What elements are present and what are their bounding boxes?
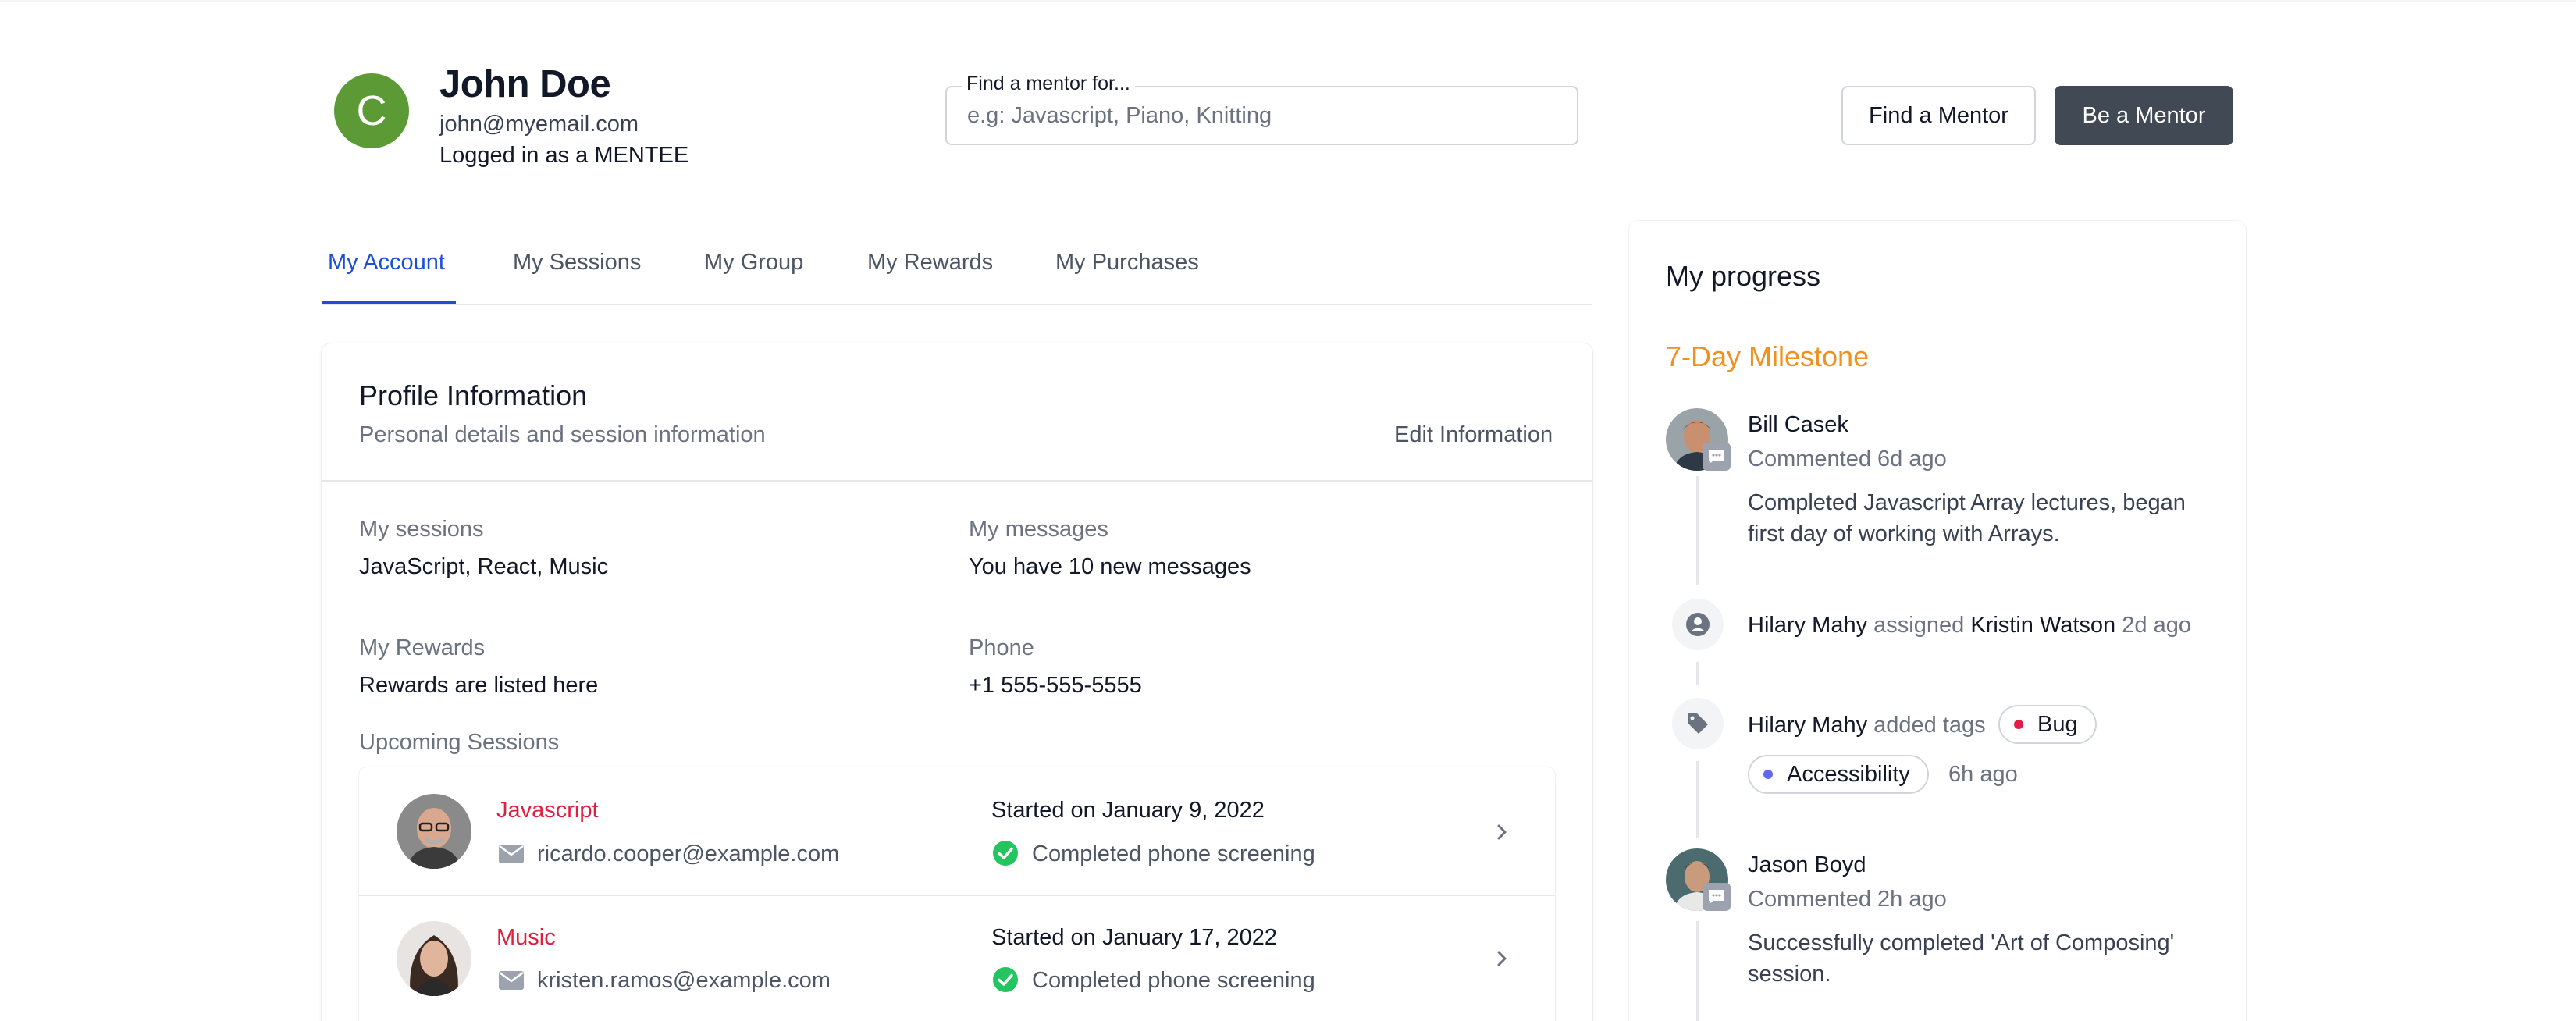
comment-meta: Commented 2h ago [1748, 887, 1947, 912]
my-messages-value: You have 10 new messages [969, 554, 1251, 579]
phone-value: +1 555-555-5555 [969, 673, 1142, 698]
phone-label: Phone [969, 635, 1034, 660]
comment-meta: Commented 6d ago [1748, 446, 1947, 471]
session-email: ricardo.cooper@example.com [537, 841, 840, 866]
user-email: john@myemail.com [439, 112, 639, 137]
upcoming-sessions-label: Upcoming Sessions [359, 730, 560, 755]
user-circle-icon [1672, 599, 1724, 650]
action-time: 2d ago [2122, 613, 2191, 638]
tag-bug[interactable]: Bug [1998, 705, 2097, 744]
timeline-connector [1696, 476, 1699, 585]
assignee-name[interactable]: Kristin Watson [1970, 613, 2115, 638]
tag-icon [1672, 698, 1724, 749]
avatar-initial: C [356, 87, 387, 134]
timeline-connector [1696, 921, 1699, 1021]
mentor-search-input[interactable] [947, 87, 1577, 144]
commenter-name[interactable]: Bill Casek [1748, 412, 1848, 438]
session-status: Completed phone screening [1032, 968, 1315, 993]
timeline-connector [1696, 761, 1699, 838]
tag-label: Accessibility [1787, 761, 1910, 787]
tag-dot [1763, 770, 1773, 779]
user-name: John Doe [439, 63, 611, 105]
my-rewards-label: My Rewards [359, 635, 486, 660]
tab-my-group[interactable]: My Group [704, 250, 803, 276]
comment-icon [1703, 883, 1731, 911]
profile-divider [322, 480, 1592, 482]
session-start-date: Started on January 9, 2022 [991, 798, 1265, 823]
tab-my-rewards[interactable]: My Rewards [867, 250, 993, 276]
comment-body-line1: Completed Javascript Array lectures, beg… [1748, 490, 2186, 515]
tag-label: Bug [2037, 711, 2078, 737]
comment-icon [1703, 443, 1731, 471]
milestone-title: 7-Day Milestone [1666, 340, 1870, 372]
action-verb: added tags [1873, 713, 1986, 738]
progress-title: My progress [1666, 260, 1821, 292]
user-role: Logged in as a MENTEE [439, 143, 689, 168]
check-circle-icon [992, 840, 1019, 870]
session-title[interactable]: Javascript [496, 798, 599, 824]
comment-body-line2: first day of working with Arrays. [1748, 521, 2060, 546]
mail-icon [498, 844, 525, 868]
find-mentor-button[interactable]: Find a Mentor [1841, 86, 2036, 145]
tab-my-account[interactable]: My Account [328, 250, 445, 276]
tabs-divider [322, 304, 1592, 305]
my-messages-label: My messages [969, 517, 1108, 542]
profile-title: Profile Information [359, 379, 588, 411]
edit-information-link[interactable]: Edit Information [1394, 422, 1553, 448]
session-title[interactable]: Music [496, 925, 556, 951]
chevron-right-icon[interactable] [1490, 947, 1514, 970]
actor-name[interactable]: Hilary Mahy [1748, 713, 1867, 738]
session-start-date: Started on January 17, 2022 [991, 925, 1277, 950]
mentor-avatar [397, 794, 471, 869]
tab-my-purchases[interactable]: My Purchases [1055, 250, 1199, 276]
session-row-music[interactable] [359, 896, 1555, 1021]
actor-name[interactable]: Hilary Mahy [1748, 613, 1867, 638]
chevron-right-icon[interactable] [1490, 820, 1514, 844]
be-mentor-button[interactable]: Be a Mentor [2055, 86, 2233, 145]
my-sessions-label: My sessions [359, 517, 484, 542]
tab-my-sessions[interactable]: My Sessions [513, 250, 641, 276]
comment-body-line1: Successfully completed 'Art of Composing… [1748, 930, 2175, 955]
my-sessions-value: JavaScript, React, Music [359, 554, 609, 579]
tags-entry: Hilary Mahy added tags [1748, 713, 1986, 738]
session-email: kristen.ramos@example.com [537, 968, 831, 993]
check-circle-icon [992, 966, 1019, 997]
top-border [0, 0, 2576, 2]
mail-icon [498, 970, 525, 994]
profile-subtitle: Personal details and session information [359, 422, 766, 447]
assignment-entry: Hilary Mahy assigned Kristin Watson 2d a… [1748, 613, 2191, 639]
timeline-connector [1696, 662, 1699, 685]
action-verb: assigned [1873, 613, 1965, 638]
session-status: Completed phone screening [1032, 841, 1315, 866]
action-time: 6h ago [1948, 762, 2018, 787]
tag-dot [2014, 720, 2023, 729]
active-tab-indicator [322, 301, 456, 304]
commenter-name[interactable]: Jason Boyd [1748, 852, 1866, 878]
session-row-javascript[interactable] [359, 767, 1555, 895]
my-rewards-value: Rewards are listed here [359, 673, 599, 698]
avatar[interactable]: C [334, 73, 409, 148]
mentor-avatar [397, 921, 471, 996]
comment-body-line2: session. [1748, 962, 1831, 987]
tag-accessibility[interactable]: Accessibility [1748, 755, 1929, 794]
